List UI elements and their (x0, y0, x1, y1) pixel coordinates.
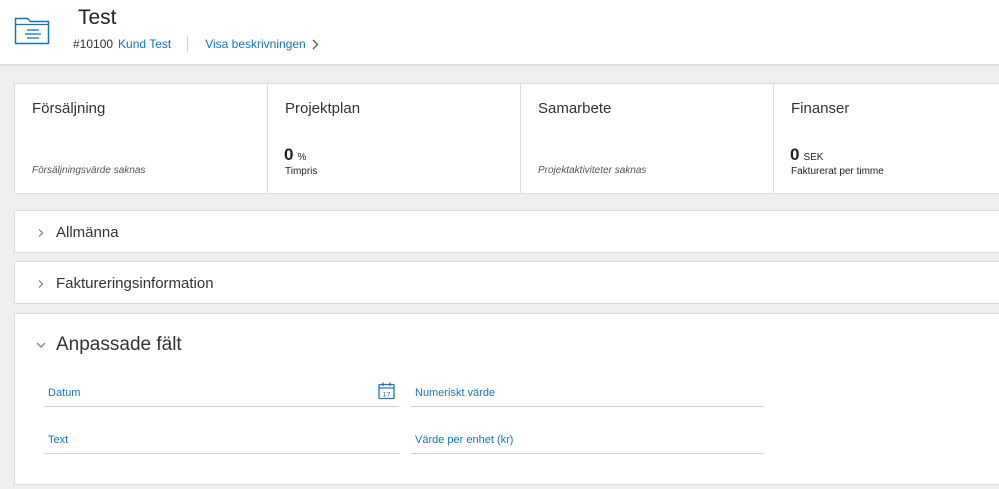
card-title: Samarbete (538, 100, 612, 117)
section-title: Allmänna (56, 224, 119, 241)
field-label: Datum (48, 387, 81, 399)
project-folder-icon (14, 17, 50, 45)
chevron-right-icon (312, 39, 319, 49)
card-subtitle: Fakturerat per timme (791, 166, 884, 177)
numeric-value-field[interactable]: Numeriskt värde (411, 385, 764, 407)
card-collaboration[interactable]: Samarbete Projektaktiviteter saknas (521, 84, 774, 193)
project-header: Test #10100 Kund Test Visa beskrivningen (0, 0, 999, 65)
unit-value-field[interactable]: Värde per enhet (kr) (411, 432, 764, 454)
field-label: Värde per enhet (kr) (415, 434, 514, 446)
card-project-plan[interactable]: Projektplan 0% Timpris (268, 84, 521, 193)
field-label: Text (48, 434, 69, 446)
section-header[interactable]: Anpassade fält (34, 334, 182, 356)
svg-text:17: 17 (382, 391, 390, 399)
card-title: Försäljning (32, 100, 106, 117)
chevron-right-icon (38, 228, 44, 237)
project-meta: #10100 Kund Test Visa beskrivningen (73, 36, 319, 52)
card-sales[interactable]: Försäljning Försäljningsvärde saknas (15, 84, 268, 193)
divider (187, 36, 189, 52)
card-value: 0 SEK (790, 145, 824, 164)
card-note: Försäljningsvärde saknas (32, 165, 146, 176)
card-note: Projektaktiviteter saknas (538, 165, 647, 176)
section-billing[interactable]: Faktureringsinformation (14, 261, 999, 304)
calendar-icon[interactable]: 17 (378, 382, 395, 400)
field-label: Numeriskt värde (415, 387, 496, 399)
chevron-right-icon (38, 279, 44, 288)
section-title: Anpassade fält (56, 334, 182, 355)
show-description-link[interactable]: Visa beskrivningen (205, 37, 306, 51)
summary-cards: Försäljning Försäljningsvärde saknas Pro… (14, 83, 999, 194)
card-finances[interactable]: Finanser 0 SEK Fakturerat per timme (774, 84, 999, 193)
card-title: Finanser (791, 100, 850, 117)
section-general[interactable]: Allmänna (14, 210, 999, 253)
card-subtitle: Timpris (285, 166, 318, 177)
chevron-down-icon (36, 342, 46, 348)
section-custom-fields: Anpassade fält Datum 17 Numeriskt värde … (14, 313, 999, 485)
customer-link[interactable]: Kund Test (118, 37, 171, 51)
section-title: Faktureringsinformation (56, 275, 214, 292)
date-field[interactable]: Datum 17 (44, 382, 399, 407)
section-header[interactable]: Faktureringsinformation (34, 275, 214, 292)
section-header[interactable]: Allmänna (34, 224, 119, 241)
card-title: Projektplan (285, 100, 361, 117)
text-field[interactable]: Text (44, 432, 399, 454)
card-value: 0% (284, 145, 307, 164)
page-title: Test (78, 6, 117, 29)
project-number: #10100 (73, 37, 114, 51)
